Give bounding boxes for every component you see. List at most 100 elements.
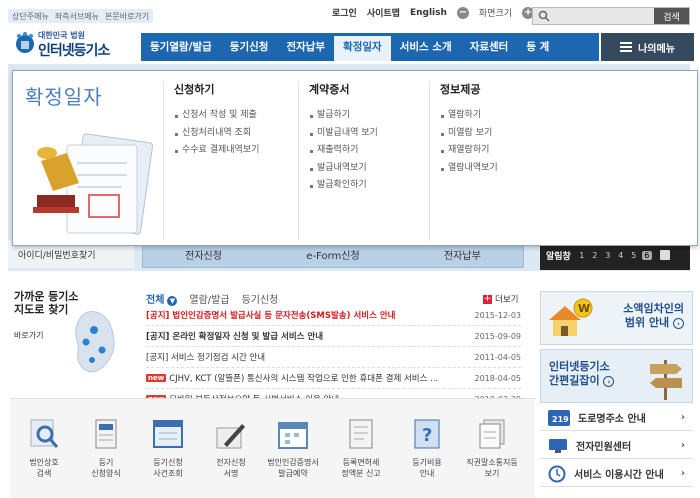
- notice-date: 2015-09-09: [474, 331, 522, 341]
- e-civil-center-link[interactable]: 전자민원센터 ›: [540, 433, 693, 459]
- dropdown-divider: [298, 81, 299, 241]
- info-view-link[interactable]: 열람하기: [440, 107, 560, 125]
- pause-icon[interactable]: [659, 250, 670, 260]
- dropdown-divider: [429, 81, 430, 241]
- hamburger-icon: [620, 42, 633, 52]
- nav-resource-center[interactable]: 자료센터: [461, 33, 518, 61]
- notice-row[interactable]: [공지] 법인인감증명서 발급사실 등 문자전송(SMS발송) 서비스 안내 2…: [146, 305, 521, 326]
- quick-link-top-menu[interactable]: 상단주메뉴: [12, 11, 49, 22]
- pager-2[interactable]: 2: [590, 251, 600, 260]
- info-unviewed-link[interactable]: 미열람 보기: [440, 125, 560, 143]
- dropdown-divider: [163, 81, 164, 241]
- id-password-find-link[interactable]: 아이디/비밀번호찾기: [18, 248, 96, 261]
- band-e-payment[interactable]: 전자납부: [444, 247, 481, 262]
- login-link[interactable]: 로그인: [332, 6, 357, 19]
- nav-fixed-date[interactable]: 확정일자: [334, 33, 391, 61]
- nav-register-view[interactable]: 등기열람/발급: [141, 33, 221, 61]
- document-icon: [95, 419, 117, 449]
- new-badge: new: [146, 374, 167, 382]
- english-link[interactable]: English: [410, 8, 447, 18]
- search-icon: [538, 10, 550, 22]
- pager-6[interactable]: 6: [641, 250, 652, 260]
- search-box: 검색: [532, 7, 690, 25]
- nav-register-apply[interactable]: 등기신청: [221, 33, 278, 61]
- notice-title[interactable]: CJHV, KCT (알뜰폰) 통신사의 시스템 작업으로 인한 휴대폰 결제 …: [169, 372, 438, 384]
- more-button[interactable]: + 더보기: [483, 293, 518, 305]
- corp-name-search-button[interactable]: 법인상호 검색: [13, 418, 75, 479]
- guide-banner[interactable]: 인터넷등기소 간편길잡이 ›: [540, 349, 693, 403]
- near-title-line1: 가까운 등기소: [14, 290, 79, 303]
- window-icon: [153, 420, 183, 448]
- zoom-out-button[interactable]: −: [456, 6, 469, 19]
- col-apply-heading: 신청하기: [174, 83, 215, 96]
- near-registry-go-link[interactable]: 바로가기: [14, 330, 43, 341]
- contract-issue-verify-link[interactable]: 발급확인하기: [309, 177, 429, 195]
- apply-fee-history-link[interactable]: 수수료 결제내역보기: [174, 142, 294, 160]
- site-logo[interactable]: 대한민국 법원 인터넷등기소: [14, 30, 134, 60]
- pager-5[interactable]: 5: [629, 251, 639, 260]
- calendar-icon: [278, 422, 308, 449]
- road-address-link[interactable]: 219 도로명주소 안내 ›: [540, 405, 693, 431]
- search-input[interactable]: [533, 8, 654, 24]
- arrow-circle-icon: ›: [673, 318, 684, 329]
- arrow-circle-icon: ›: [603, 376, 615, 387]
- tab-view-issue[interactable]: 열람/발급: [189, 291, 229, 306]
- doc-stack-icon: [479, 419, 505, 449]
- register-fee-guide-button[interactable]: ? 등기비용 안내: [396, 418, 458, 479]
- contract-unissued-link[interactable]: 미발급내역 보기: [309, 125, 429, 143]
- notice-popup-pager: 1 2 3 4 5 6: [577, 250, 652, 260]
- pager-4[interactable]: 4: [616, 251, 626, 260]
- pager-3[interactable]: 3: [603, 251, 613, 260]
- notice-tabs: 전체 ▼ 열람/발급 등기신청: [146, 291, 278, 306]
- seal-cert-reserve-button[interactable]: 법인인감증명서 발급예약: [262, 418, 324, 479]
- korea-map-icon[interactable]: [58, 308, 133, 378]
- quick-link-side-menu[interactable]: 좌측서브메뉴: [55, 11, 99, 22]
- notice-date: 2015-12-03: [474, 310, 522, 320]
- band-eform-apply[interactable]: e-Form신청: [306, 247, 359, 262]
- small-tenant-title: 소액임차인의 범위 안내 ›: [623, 302, 684, 329]
- apply-write-submit-link[interactable]: 신청서 작성 및 제출: [174, 107, 294, 125]
- e-signature-button[interactable]: 전자신청 서명: [200, 418, 262, 479]
- my-menu-button[interactable]: 나의메뉴: [601, 33, 694, 61]
- clock-icon: [548, 465, 566, 482]
- pen-icon: [216, 424, 245, 449]
- contract-reprint-link[interactable]: 재출력하기: [309, 142, 429, 160]
- apply-history-link[interactable]: 신청처리내역 조회: [174, 125, 294, 143]
- notice-title[interactable]: [공지] 법인인감증명서 발급사실 등 문자전송(SMS발송) 서비스 안내: [146, 309, 396, 321]
- sitemap-link[interactable]: 사이트맵: [367, 6, 400, 19]
- guide-title: 인터넷등기소 간편길잡이 ›: [549, 360, 615, 388]
- notice-row[interactable]: new CJHV, KCT (알뜰폰) 통신사의 시스템 작업으로 인한 휴대폰 …: [146, 368, 521, 389]
- service-hours-link[interactable]: 서비스 이용시간 안내 ›: [540, 461, 693, 487]
- col-info-heading: 정보제공: [440, 83, 481, 96]
- contract-issue-link[interactable]: 발급하기: [309, 107, 429, 125]
- nav-e-payment[interactable]: 전자납부: [277, 33, 334, 61]
- small-tenant-banner[interactable]: W 소액임차인의 범위 안내 ›: [540, 291, 693, 345]
- contract-issued-history-link[interactable]: 발급내역보기: [309, 160, 429, 178]
- notice-row[interactable]: [공지] 서비스 정기점검 시간 안내 2011-04-05: [146, 347, 521, 368]
- svg-text:W: W: [578, 302, 590, 315]
- tab-register-apply[interactable]: 등기신청: [242, 291, 279, 306]
- notice-title[interactable]: [공지] 서비스 정기점검 시간 안내: [146, 351, 265, 363]
- tab-all[interactable]: 전체 ▼: [146, 291, 178, 306]
- register-forms-button[interactable]: 등기 신청양식: [75, 418, 137, 479]
- quick-link-content[interactable]: 본문바로가기: [105, 11, 149, 22]
- case-inquiry-button[interactable]: 등기신청 사건조회: [137, 418, 199, 479]
- info-view-history-link[interactable]: 열람내역보기: [440, 160, 560, 178]
- question-book-icon: ?: [414, 419, 440, 449]
- computer-icon: [549, 438, 567, 453]
- info-review-link[interactable]: 재열람하기: [440, 142, 560, 160]
- nav-service-intro[interactable]: 서비스 소개: [391, 33, 461, 61]
- col-contract-heading: 계약증서: [309, 83, 350, 96]
- nav-statistics[interactable]: 등 계: [517, 33, 558, 61]
- zoom-label: 화면크기: [478, 9, 513, 19]
- plus-icon: +: [483, 293, 492, 304]
- notice-title[interactable]: [공지] 온라인 확정일자 신청 및 발급 서비스 안내: [146, 330, 323, 342]
- top-utility: 로그인 사이트맵 English − 화면크기 +: [332, 6, 535, 19]
- ex-officio-notice-button[interactable]: 직권말소통지등 보기: [461, 418, 523, 479]
- dropdown-col-apply: 신청하기 신청서 작성 및 제출 신청처리내역 조회 수수료 결제내역보기: [174, 81, 294, 241]
- pager-1[interactable]: 1: [577, 251, 587, 260]
- search-button[interactable]: 검색: [654, 8, 689, 24]
- notice-row[interactable]: [공지] 온라인 확정일자 신청 및 발급 서비스 안내 2015-09-09: [146, 326, 521, 347]
- band-e-apply[interactable]: 전자신청: [185, 247, 222, 262]
- license-tax-report-button[interactable]: 등록면허세 정액분 신고: [330, 418, 392, 479]
